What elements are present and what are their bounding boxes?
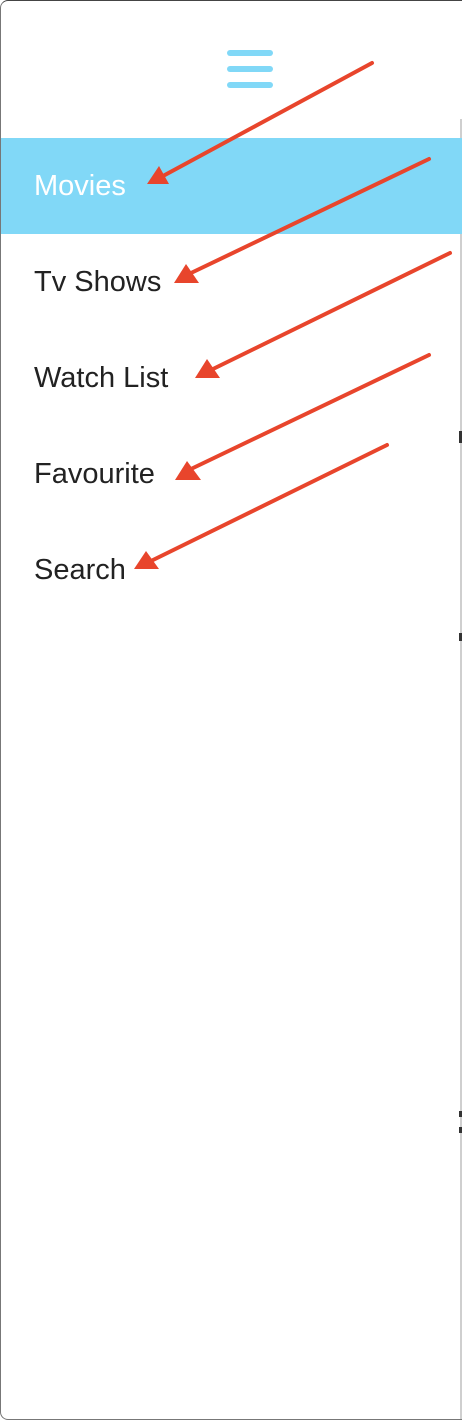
- menu-list: Movies Tv Shows Watch List Favourite Sea…: [1, 138, 462, 618]
- menu-item-label: Watch List: [34, 361, 169, 394]
- menu-item-watch-list[interactable]: Watch List: [1, 330, 462, 426]
- menu-item-label: Movies: [34, 169, 126, 202]
- menu-item-label: Favourite: [34, 457, 155, 490]
- menu-item-search[interactable]: Search: [1, 522, 462, 618]
- menu-item-movies[interactable]: Movies: [1, 138, 462, 234]
- menu-item-tv-shows[interactable]: Tv Shows: [1, 234, 462, 330]
- menu-item-label: Tv Shows: [34, 265, 162, 298]
- menu-item-favourite[interactable]: Favourite: [1, 426, 462, 522]
- navigation-drawer: Movies Tv Shows Watch List Favourite Sea…: [0, 0, 462, 1420]
- hamburger-menu-icon[interactable]: [227, 50, 273, 90]
- menu-item-label: Search: [34, 553, 126, 586]
